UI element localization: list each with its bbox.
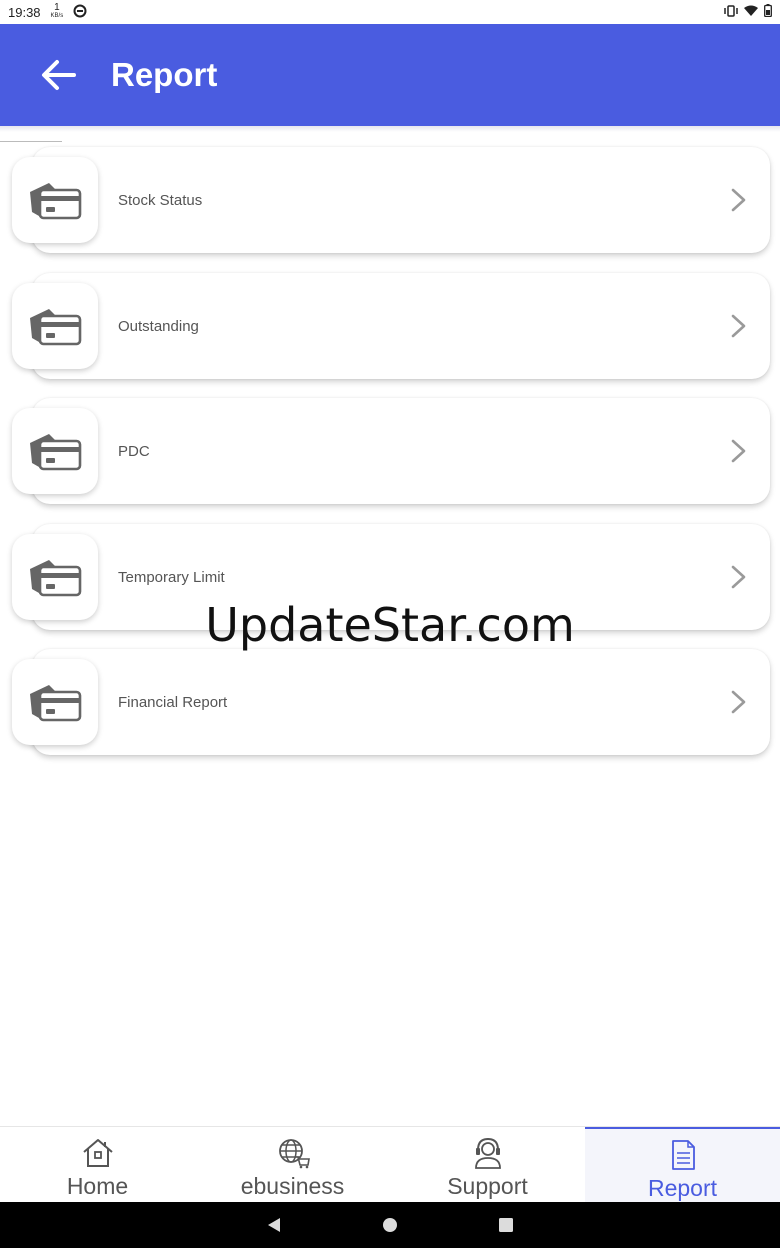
chevron-right-icon bbox=[731, 188, 746, 212]
credit-card-icon bbox=[30, 309, 82, 346]
page-title: Report bbox=[111, 56, 218, 93]
report-icon-box bbox=[12, 157, 98, 243]
square-recents-icon bbox=[499, 1218, 513, 1232]
chevron-right-icon bbox=[731, 690, 746, 714]
circle-home-icon bbox=[383, 1218, 397, 1232]
wifi-icon bbox=[744, 5, 758, 20]
system-home-button[interactable] bbox=[382, 1217, 398, 1233]
vibrate-icon bbox=[724, 4, 738, 20]
app-bar: Report bbox=[0, 24, 780, 126]
report-item[interactable]: PDC bbox=[10, 398, 770, 504]
globe-cart-icon bbox=[278, 1139, 310, 1169]
nav-item-report[interactable]: Report bbox=[585, 1127, 780, 1203]
nav-label-report: Report bbox=[647, 1175, 718, 1201]
report-item[interactable]: Stock Status bbox=[10, 147, 770, 253]
watermark-text: UpdateStar.com bbox=[205, 598, 575, 652]
system-navigation-bar bbox=[0, 1202, 780, 1248]
status-bar: 19:38 1 KB/s bbox=[0, 0, 780, 24]
credit-card-icon bbox=[30, 434, 82, 471]
bottom-navigation: Home ebusiness Support Report bbox=[0, 1126, 780, 1203]
battery-icon bbox=[764, 4, 772, 20]
chevron-right-icon bbox=[731, 439, 746, 463]
document-icon bbox=[671, 1140, 695, 1170]
nav-item-home[interactable]: Home bbox=[0, 1127, 195, 1203]
network-speed: 1 KB/s bbox=[50, 2, 64, 20]
triangle-back-icon bbox=[268, 1218, 280, 1232]
status-time: 19:38 bbox=[8, 4, 41, 20]
chevron-right-icon bbox=[731, 314, 746, 338]
arrow-back-icon bbox=[42, 60, 76, 90]
divider bbox=[0, 141, 62, 142]
network-speed-value: 1 bbox=[54, 2, 60, 13]
system-back-button[interactable] bbox=[266, 1217, 282, 1233]
system-recents-button[interactable] bbox=[498, 1217, 514, 1233]
report-icon-box bbox=[12, 283, 98, 369]
report-item-label: Financial Report bbox=[118, 693, 228, 711]
credit-card-icon bbox=[30, 560, 82, 597]
nav-item-support[interactable]: Support bbox=[390, 1127, 585, 1203]
report-icon-box bbox=[12, 408, 98, 494]
report-item[interactable]: Outstanding bbox=[10, 273, 770, 379]
report-item-label: Outstanding bbox=[118, 317, 199, 335]
report-icon-box bbox=[12, 659, 98, 745]
nav-label-home: Home bbox=[66, 1173, 129, 1199]
sync-icon bbox=[73, 4, 87, 21]
report-item[interactable]: Financial Report bbox=[10, 649, 770, 755]
nav-item-ebusiness[interactable]: ebusiness bbox=[195, 1127, 390, 1203]
back-button[interactable] bbox=[28, 45, 88, 105]
chevron-right-icon bbox=[731, 565, 746, 589]
app-bar-shadow bbox=[0, 126, 780, 132]
nav-label-support: Support bbox=[447, 1173, 528, 1199]
support-agent-icon bbox=[474, 1137, 501, 1169]
report-item-label: PDC bbox=[118, 442, 150, 460]
credit-card-icon bbox=[30, 685, 82, 722]
report-item-label: Stock Status bbox=[118, 191, 203, 209]
network-speed-unit: KB/s bbox=[50, 13, 64, 19]
home-icon bbox=[82, 1139, 113, 1167]
nav-label-ebusiness: ebusiness bbox=[240, 1173, 345, 1199]
credit-card-icon bbox=[30, 183, 82, 220]
